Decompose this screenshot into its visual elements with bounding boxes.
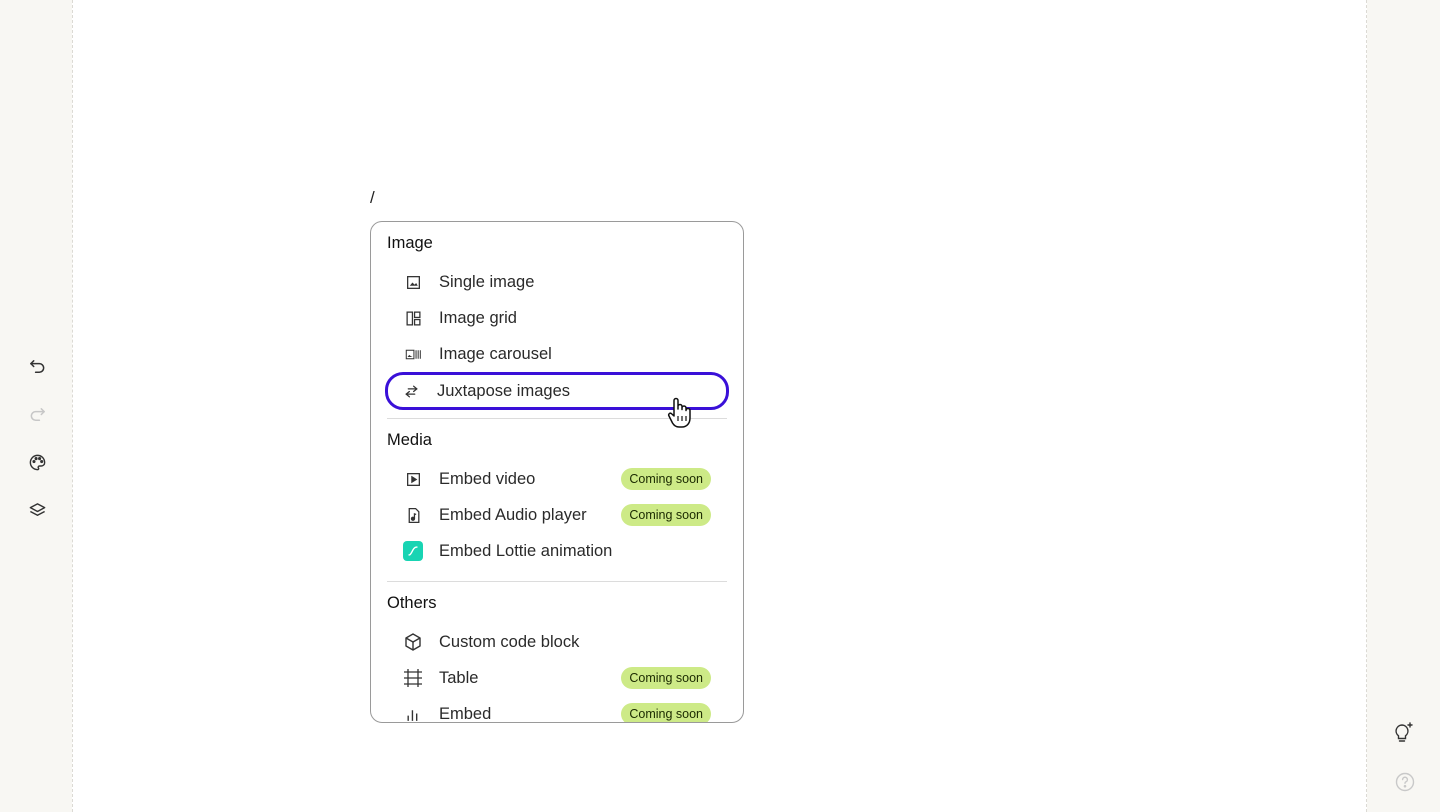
audio-icon	[403, 505, 423, 525]
lottie-icon	[403, 541, 423, 561]
single-image-icon	[403, 272, 423, 292]
menu-item-label: Table	[439, 668, 479, 687]
cube-icon	[403, 632, 423, 652]
image-carousel-icon	[403, 344, 423, 364]
video-icon	[403, 469, 423, 489]
undo-button[interactable]	[22, 354, 52, 384]
undo-icon	[28, 357, 47, 381]
menu-item-label: Image grid	[439, 308, 517, 327]
menu-item-label: Embed	[439, 704, 492, 723]
lightbulb-sparkle-icon	[1391, 721, 1415, 750]
left-toolbar	[22, 354, 52, 546]
section-title-others: Others	[387, 594, 437, 612]
image-grid-icon	[403, 308, 423, 328]
menu-item-embed-lottie[interactable]: Embed Lottie animation	[387, 533, 727, 569]
menu-item-custom-code-block[interactable]: Custom code block	[387, 624, 727, 660]
coming-soon-badge: Coming soon	[621, 703, 711, 722]
menu-item-label: Image carousel	[439, 344, 552, 363]
coming-soon-badge: Coming soon	[621, 667, 711, 689]
menu-item-label: Custom code block	[439, 632, 580, 651]
menu-item-label: Single image	[439, 272, 535, 291]
juxtapose-icon	[401, 381, 421, 401]
help-icon	[1395, 772, 1415, 797]
coming-soon-badge: Coming soon	[621, 468, 711, 490]
chart-icon	[403, 704, 423, 722]
section-title-image: Image	[387, 234, 433, 252]
layers-icon	[28, 501, 47, 525]
menu-item-image-carousel[interactable]: Image carousel	[387, 336, 727, 372]
layers-button[interactable]	[22, 498, 52, 528]
menu-item-image-grid[interactable]: Image grid	[387, 300, 727, 336]
menu-item-embed-video[interactable]: Embed video Coming soon	[387, 461, 727, 497]
menu-item-embed-audio[interactable]: Embed Audio player Coming soon	[387, 497, 727, 533]
pointer-hand-cursor	[665, 396, 695, 430]
palette-icon	[28, 453, 47, 477]
menu-item-single-image[interactable]: Single image	[387, 264, 727, 300]
insert-block-menu: Image Single image Image grid Image caro…	[370, 221, 744, 723]
menu-item-label: Embed Audio player	[439, 505, 587, 524]
theme-button[interactable]	[22, 450, 52, 480]
ideas-button[interactable]	[1391, 721, 1415, 750]
table-icon	[403, 668, 423, 688]
menu-item-label: Embed Lottie animation	[439, 541, 613, 560]
menu-item-table[interactable]: Table Coming soon	[387, 660, 727, 696]
coming-soon-badge: Coming soon	[621, 504, 711, 526]
slash-command-text[interactable]: /	[370, 188, 375, 208]
help-button[interactable]	[1393, 772, 1417, 796]
menu-item-embed-chart[interactable]: Embed Coming soon	[387, 696, 727, 723]
redo-icon	[28, 405, 47, 429]
redo-button[interactable]	[22, 402, 52, 432]
menu-item-label: Juxtapose images	[437, 381, 570, 400]
menu-item-label: Embed video	[439, 469, 536, 488]
